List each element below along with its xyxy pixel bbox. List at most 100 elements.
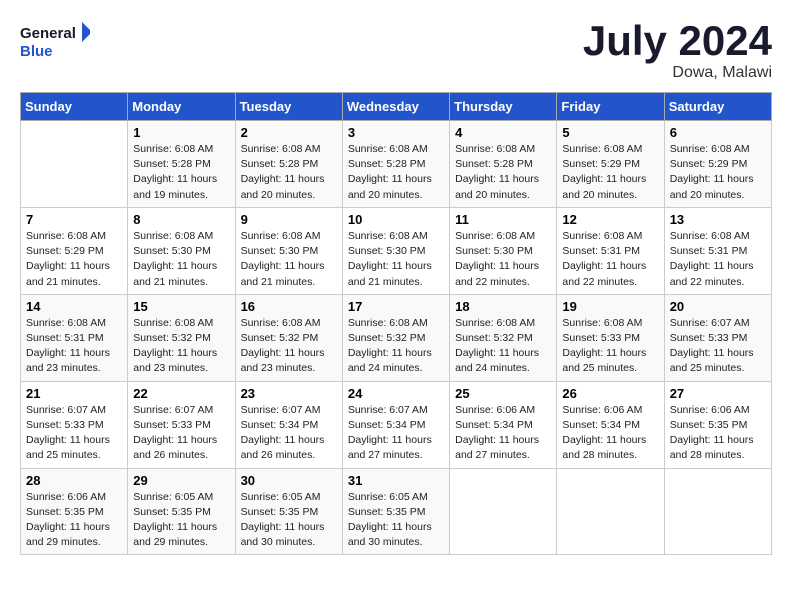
sunrise-text: Sunrise: 6:08 AM [670,143,750,155]
sunrise-text: Sunrise: 6:07 AM [133,404,213,416]
logo-svg: General Blue [20,20,90,65]
sunrise-text: Sunrise: 6:08 AM [455,230,535,242]
sunrise-text: Sunrise: 6:08 AM [26,317,106,329]
day-number: 18 [455,299,551,314]
day-number: 31 [348,473,444,488]
calendar-cell: 19Sunrise: 6:08 AMSunset: 5:33 PMDayligh… [557,294,664,381]
sunrise-text: Sunrise: 6:08 AM [133,230,213,242]
sunset-text: Sunset: 5:30 PM [455,245,533,257]
calendar-cell: 4Sunrise: 6:08 AMSunset: 5:28 PMDaylight… [450,121,557,208]
daylight-text: Daylight: 11 hours and 30 minutes. [241,521,325,548]
daylight-text: Daylight: 11 hours and 27 minutes. [348,434,432,461]
day-info: Sunrise: 6:08 AMSunset: 5:32 PMDaylight:… [455,316,551,377]
calendar-week-row: 7Sunrise: 6:08 AMSunset: 5:29 PMDaylight… [21,207,772,294]
calendar-cell: 31Sunrise: 6:05 AMSunset: 5:35 PMDayligh… [342,468,449,555]
day-info: Sunrise: 6:08 AMSunset: 5:31 PMDaylight:… [26,316,122,377]
sunset-text: Sunset: 5:34 PM [241,419,319,431]
sunset-text: Sunset: 5:34 PM [455,419,533,431]
calendar-cell: 29Sunrise: 6:05 AMSunset: 5:35 PMDayligh… [128,468,235,555]
calendar-cell: 18 Sunrise: 6:08 AMSunset: 5:32 PMDayligh… [450,294,557,381]
daylight-text: Daylight: 11 hours and 20 minutes. [348,173,432,200]
daylight-text: Daylight: 11 hours and 22 minutes. [670,260,754,287]
sunrise-text: Sunrise: 6:07 AM [241,404,321,416]
sunrise-text: Sunrise: 6:08 AM [562,230,642,242]
calendar-week-row: 28Sunrise: 6:06 AMSunset: 5:35 PMDayligh… [21,468,772,555]
col-friday: Friday [557,93,664,121]
calendar-week-row: 1Sunrise: 6:08 AMSunset: 5:28 PMDaylight… [21,121,772,208]
calendar-cell: 21Sunrise: 6:07 AMSunset: 5:33 PMDayligh… [21,381,128,468]
day-info: Sunrise: 6:06 AMSunset: 5:34 PMDaylight:… [562,403,658,464]
location-subtitle: Dowa, Malawi [583,64,772,82]
calendar-cell: 26 Sunrise: 6:06 AMSunset: 5:34 PMDayligh… [557,381,664,468]
calendar-cell: 17Sunrise: 6:08 AMSunset: 5:32 PMDayligh… [342,294,449,381]
calendar-cell: 14 Sunrise: 6:08 AMSunset: 5:31 PMDayligh… [21,294,128,381]
day-number: 5 [562,125,658,140]
sunset-text: Sunset: 5:30 PM [133,245,211,257]
sunset-text: Sunset: 5:35 PM [670,419,748,431]
day-number: 10 [348,212,444,227]
sunset-text: Sunset: 5:33 PM [133,419,211,431]
day-info: Sunrise: 6:08 AMSunset: 5:32 PMDaylight:… [133,316,229,377]
day-number: 24 [348,386,444,401]
month-title: July 2024 [583,20,772,62]
day-number: 19 [562,299,658,314]
calendar-cell: 7 Sunrise: 6:08 AMSunset: 5:29 PMDaylight… [21,207,128,294]
day-info: Sunrise: 6:05 AMSunset: 5:35 PMDaylight:… [241,490,337,551]
day-number: 9 [241,212,337,227]
sunrise-text: Sunrise: 6:06 AM [455,404,535,416]
calendar-cell [664,468,771,555]
calendar-cell [557,468,664,555]
sunrise-text: Sunrise: 6:08 AM [455,317,535,329]
daylight-text: Daylight: 11 hours and 29 minutes. [26,521,110,548]
day-info: Sunrise: 6:07 AMSunset: 5:33 PMDaylight:… [26,403,122,464]
calendar-cell: 10Sunrise: 6:08 AMSunset: 5:30 PMDayligh… [342,207,449,294]
sunrise-text: Sunrise: 6:05 AM [133,491,213,503]
day-number: 29 [133,473,229,488]
sunrise-text: Sunrise: 6:08 AM [455,143,535,155]
sunrise-text: Sunrise: 6:08 AM [670,230,750,242]
day-info: Sunrise: 6:07 AMSunset: 5:33 PMDaylight:… [133,403,229,464]
calendar-table: Sunday Monday Tuesday Wednesday Thursday… [20,92,772,555]
day-number: 7 [26,212,122,227]
day-info: Sunrise: 6:08 AMSunset: 5:28 PMDaylight:… [241,142,337,203]
calendar-cell: 12Sunrise: 6:08 AMSunset: 5:31 PMDayligh… [557,207,664,294]
calendar-cell [450,468,557,555]
daylight-text: Daylight: 11 hours and 27 minutes. [455,434,539,461]
day-number: 11 [455,212,551,227]
day-info: Sunrise: 6:08 AMSunset: 5:29 PMDaylight:… [562,142,658,203]
day-info: Sunrise: 6:08 AMSunset: 5:29 PMDaylight:… [26,229,122,290]
calendar-cell: 1Sunrise: 6:08 AMSunset: 5:28 PMDaylight… [128,121,235,208]
day-number: 2 [241,125,337,140]
daylight-text: Daylight: 11 hours and 22 minutes. [455,260,539,287]
sunrise-text: Sunrise: 6:08 AM [241,230,321,242]
calendar-cell: 8Sunrise: 6:08 AMSunset: 5:30 PMDaylight… [128,207,235,294]
day-info: Sunrise: 6:08 AMSunset: 5:31 PMDaylight:… [670,229,766,290]
sunrise-text: Sunrise: 6:06 AM [26,491,106,503]
daylight-text: Daylight: 11 hours and 23 minutes. [133,347,217,374]
calendar-cell: 11 Sunrise: 6:08 AM Sunset: 5:30 PM Dayligh… [450,207,557,294]
daylight-text: Daylight: 11 hours and 30 minutes. [348,521,432,548]
sunrise-text: Sunrise: 6:06 AM [562,404,642,416]
col-thursday: Thursday [450,93,557,121]
sunrise-text: Sunrise: 6:07 AM [348,404,428,416]
daylight-text: Daylight: 11 hours and 25 minutes. [26,434,110,461]
calendar-week-row: 14 Sunrise: 6:08 AMSunset: 5:31 PMDayligh… [21,294,772,381]
day-info: Sunrise: 6:07 AMSunset: 5:34 PMDaylight:… [348,403,444,464]
daylight-text: Daylight: 11 hours and 21 minutes. [241,260,325,287]
sunset-text: Sunset: 5:28 PM [133,158,211,170]
sunset-text: Sunset: 5:29 PM [26,245,104,257]
sunset-text: Sunset: 5:28 PM [241,158,319,170]
day-number: 14 [26,299,122,314]
day-number: 8 [133,212,229,227]
sunset-text: Sunset: 5:30 PM [241,245,319,257]
calendar-week-row: 21Sunrise: 6:07 AMSunset: 5:33 PMDayligh… [21,381,772,468]
calendar-cell: 27Sunrise: 6:06 AMSunset: 5:35 PMDayligh… [664,381,771,468]
sunrise-text: Sunrise: 6:08 AM [241,143,321,155]
day-number: 26 [562,386,658,401]
day-info: Sunrise: 6:08 AMSunset: 5:32 PMDaylight:… [348,316,444,377]
calendar-cell: 20Sunrise: 6:07 AMSunset: 5:33 PMDayligh… [664,294,771,381]
calendar-cell: 23Sunrise: 6:07 AMSunset: 5:34 PMDayligh… [235,381,342,468]
sunset-text: Sunset: 5:35 PM [26,506,104,518]
day-number: 25 [455,386,551,401]
calendar-cell: 25 Sunrise: 6:06 AM Sunset: 5:34 PM Dayligh… [450,381,557,468]
